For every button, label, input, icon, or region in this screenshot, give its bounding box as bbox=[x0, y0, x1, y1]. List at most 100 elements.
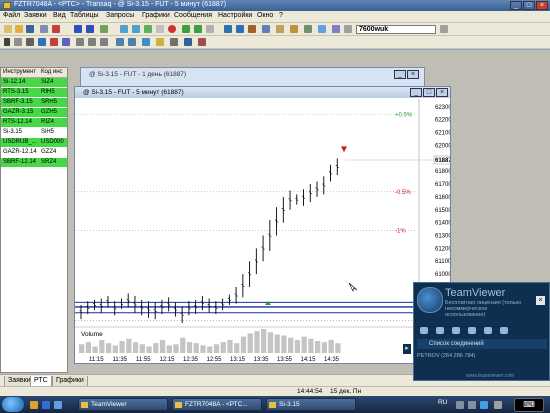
menu-help[interactable]: ? bbox=[279, 12, 283, 19]
cursor-icon[interactable] bbox=[4, 38, 10, 46]
zoom-out-icon[interactable] bbox=[128, 38, 136, 46]
maximize-button[interactable]: □ bbox=[523, 1, 535, 10]
message-icon[interactable] bbox=[318, 25, 326, 33]
instrument-select[interactable]: 7600wuk bbox=[356, 25, 436, 34]
menu-orders[interactable]: Заявки bbox=[24, 12, 47, 19]
crosshair-icon[interactable] bbox=[14, 38, 22, 46]
chart-close-button[interactable]: × bbox=[436, 88, 448, 97]
period-icon[interactable] bbox=[184, 38, 192, 46]
table-row[interactable]: USDRUB_... USD000 bbox=[1, 138, 67, 147]
start-button[interactable] bbox=[2, 397, 24, 412]
taskbar-item-transaq[interactable]: FZTR7048A - <РТС... bbox=[172, 398, 262, 411]
chart-window[interactable]: @ Si-3.15 - FUT - 5 минут (61887) _ □ × … bbox=[74, 86, 451, 364]
table-row[interactable]: GAZR-3.15 GZH5 bbox=[1, 108, 67, 117]
table-row[interactable]: Si-3.15 SiH5 bbox=[1, 128, 67, 137]
line-tool-icon[interactable] bbox=[26, 38, 34, 46]
menu-charts[interactable]: Графики bbox=[142, 12, 170, 19]
table-row[interactable]: SBRF-12.14 SRZ4 bbox=[1, 158, 67, 167]
delete-icon[interactable] bbox=[52, 25, 60, 33]
help-icon[interactable] bbox=[332, 25, 340, 33]
files-icon[interactable] bbox=[468, 327, 476, 334]
menu-settings[interactable]: Настройки bbox=[218, 12, 252, 19]
call-icon[interactable] bbox=[436, 327, 444, 334]
table-icon[interactable] bbox=[120, 25, 128, 33]
ray-tool-icon[interactable] bbox=[76, 38, 84, 46]
fib-tool-icon[interactable] bbox=[88, 38, 96, 46]
teamviewer-tray-icon[interactable] bbox=[480, 401, 488, 409]
volume-icon[interactable] bbox=[468, 401, 476, 409]
quicklaunch-icon[interactable] bbox=[54, 401, 62, 409]
language-indicator[interactable]: RU bbox=[438, 399, 447, 406]
teamviewer-popup[interactable]: TeamViewer Бесплатная лицензия (только н… bbox=[413, 282, 550, 381]
scale-icon[interactable] bbox=[170, 38, 178, 46]
column-header-instrument[interactable]: Инструмент bbox=[3, 69, 36, 75]
hline-tool-icon[interactable] bbox=[50, 38, 58, 46]
settings-icon[interactable] bbox=[276, 25, 284, 33]
indicator-icon[interactable] bbox=[142, 38, 150, 46]
price-chart[interactable]: +0.5%-0.5%-1% 62300622006210062000619006… bbox=[75, 99, 450, 363]
table-row[interactable]: GAZR-12.14 GZZ4 bbox=[1, 148, 67, 157]
sessions-title[interactable]: Список соединений bbox=[417, 339, 547, 349]
table-row[interactable]: RTS-3.15 RIH5 bbox=[1, 88, 67, 97]
menu-view[interactable]: Вид bbox=[53, 12, 66, 19]
copy-icon[interactable] bbox=[156, 25, 164, 33]
open-icon[interactable] bbox=[15, 25, 23, 33]
remote-icon[interactable] bbox=[500, 327, 508, 334]
dollar-icon[interactable] bbox=[182, 25, 190, 33]
template-icon[interactable] bbox=[156, 38, 164, 46]
menu-window[interactable]: Окно bbox=[257, 12, 273, 19]
day-minimize-button[interactable]: _ bbox=[394, 70, 406, 79]
table-row[interactable]: Si-12.14 SiZ4 bbox=[1, 78, 67, 87]
orders-icon[interactable] bbox=[224, 25, 232, 33]
chart-maximize-button[interactable]: □ bbox=[423, 88, 435, 97]
browser-icon[interactable] bbox=[42, 401, 50, 409]
back-icon[interactable] bbox=[74, 25, 82, 33]
chart-icon[interactable] bbox=[144, 25, 152, 33]
video-icon[interactable] bbox=[452, 327, 460, 334]
menu-messages[interactable]: Сообщения bbox=[174, 12, 212, 19]
refresh-icon[interactable] bbox=[100, 25, 108, 33]
zoom-in-icon[interactable] bbox=[116, 38, 124, 46]
menu-file[interactable]: Файл bbox=[3, 12, 20, 19]
trades-icon[interactable] bbox=[236, 25, 244, 33]
teamviewer-close-icon[interactable]: × bbox=[536, 296, 545, 305]
teamviewer-link[interactable]: www.teamviewer.com bbox=[466, 373, 514, 379]
minimize-button[interactable]: _ bbox=[510, 1, 522, 10]
chart-minimize-button[interactable]: _ bbox=[410, 88, 422, 97]
network-icon[interactable] bbox=[456, 401, 464, 409]
text-tool-icon[interactable] bbox=[100, 38, 108, 46]
teamviewer-collapse-icon[interactable]: ▸ bbox=[403, 344, 411, 354]
forward-icon[interactable] bbox=[86, 25, 94, 33]
close-button[interactable]: × bbox=[536, 1, 548, 10]
column-header-code[interactable]: Код инс bbox=[41, 69, 63, 75]
chevron-down-icon[interactable] bbox=[440, 25, 448, 33]
table-row[interactable]: RTS-12.14 RIZ4 bbox=[1, 118, 67, 127]
menu-requests[interactable]: Запросы bbox=[106, 12, 134, 19]
whiteboard-icon[interactable] bbox=[484, 327, 492, 334]
new-icon[interactable] bbox=[4, 25, 12, 33]
taskbar-item-chart[interactable]: Si-3.15 bbox=[266, 398, 356, 411]
tray-icon[interactable] bbox=[494, 401, 502, 409]
connection-entry[interactable]: PETROV (264 286 784) bbox=[417, 353, 475, 359]
dropdown-icon[interactable] bbox=[344, 25, 352, 33]
taskbar-item-teamviewer[interactable]: TeamViewer bbox=[78, 398, 168, 411]
erase-icon[interactable] bbox=[198, 38, 206, 46]
day-close-button[interactable]: × bbox=[407, 70, 419, 79]
alert-icon[interactable] bbox=[290, 25, 298, 33]
trend-tool-icon[interactable] bbox=[62, 38, 70, 46]
channel-tool-icon[interactable] bbox=[38, 38, 46, 46]
explorer-icon[interactable] bbox=[30, 401, 38, 409]
chat-icon[interactable] bbox=[420, 327, 428, 334]
table-row[interactable]: SBRF-3.15 SRH5 bbox=[1, 98, 67, 107]
stop-icon[interactable] bbox=[168, 25, 176, 33]
print-icon[interactable] bbox=[40, 25, 48, 33]
portfolio-icon[interactable] bbox=[262, 25, 270, 33]
calc-icon[interactable] bbox=[206, 25, 214, 33]
keyboard-icon[interactable]: ⌨ bbox=[514, 398, 544, 412]
news-icon[interactable] bbox=[248, 25, 256, 33]
money-icon[interactable] bbox=[194, 25, 202, 33]
window-icon[interactable] bbox=[132, 25, 140, 33]
save-icon[interactable] bbox=[26, 25, 34, 33]
menu-tables[interactable]: Таблицы bbox=[70, 12, 99, 19]
log-icon[interactable] bbox=[304, 25, 312, 33]
